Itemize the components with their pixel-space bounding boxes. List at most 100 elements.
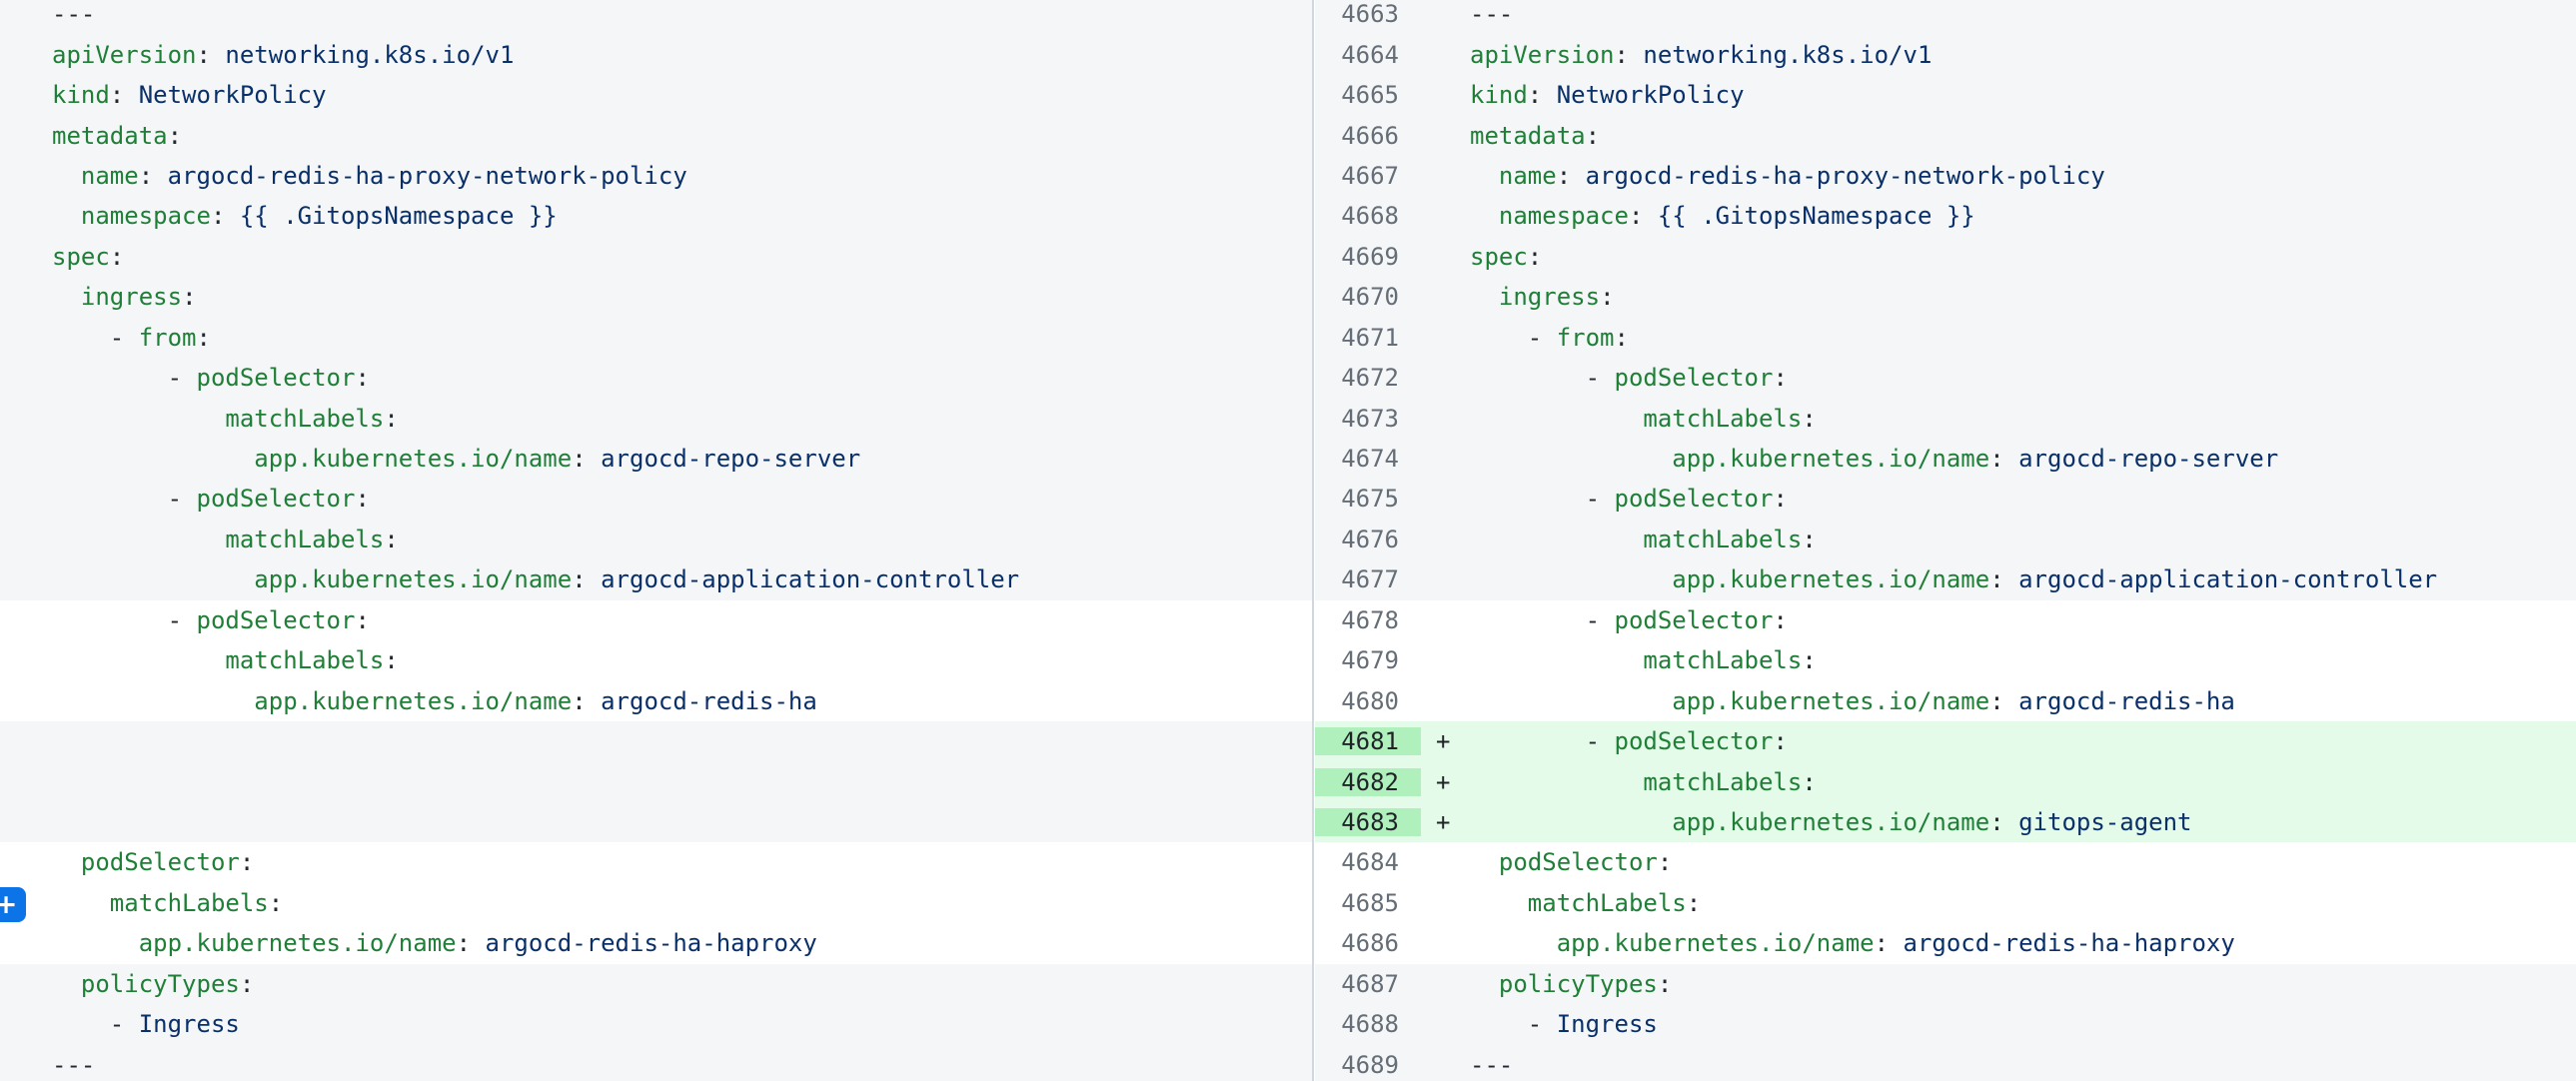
line-number[interactable]: 4677	[1315, 565, 1421, 593]
line-number[interactable]: 4681	[1315, 727, 1421, 755]
diff-row-left: matchLabels:	[0, 640, 1312, 680]
code-segment: app.kubernetes.io/name	[254, 687, 572, 715]
code-segment: {{ .GitopsNamespace }}	[1658, 202, 1975, 230]
line-number[interactable]: 4667	[1315, 162, 1421, 190]
code-line: podSelector:	[1470, 848, 2576, 876]
line-number[interactable]: 4680	[1315, 687, 1421, 715]
code-line: apiVersion: networking.k8s.io/v1	[0, 41, 1312, 69]
code-segment: podSelector	[1499, 848, 1658, 876]
code-segment: :	[168, 122, 182, 150]
code-line: app.kubernetes.io/name: argocd-applicati…	[1470, 565, 2576, 593]
code-segment: -	[1470, 727, 1615, 755]
code-segment: :	[1528, 81, 1557, 109]
code-segment: app.kubernetes.io/name	[1672, 687, 1989, 715]
diff-row-left: ingress:	[0, 277, 1312, 317]
code-segment: :	[1802, 405, 1816, 433]
code-segment: -	[52, 324, 139, 352]
code-line: app.kubernetes.io/name: argocd-redis-ha-…	[0, 929, 1312, 957]
diff-row-right: 4684 podSelector:	[1315, 842, 2576, 882]
diff-row-left: - from:	[0, 318, 1312, 358]
code-line: matchLabels:	[0, 889, 1312, 917]
code-segment: :	[1773, 606, 1787, 634]
code-segment: apiVersion	[1470, 41, 1615, 69]
diff-row-right: 4685 matchLabels:	[1315, 883, 2576, 923]
line-number[interactable]: 4675	[1315, 485, 1421, 513]
diff-row-right: 4689 ---	[1315, 1044, 2576, 1081]
diff-row-right: 4686 app.kubernetes.io/name: argocd-redi…	[1315, 923, 2576, 963]
code-segment: -	[52, 364, 197, 392]
line-number[interactable]: 4685	[1315, 889, 1421, 917]
line-number[interactable]: 4668	[1315, 202, 1421, 230]
diff-row-left: matchLabels:	[0, 398, 1312, 438]
add-comment-button[interactable]: +	[0, 887, 26, 922]
line-number[interactable]: 4688	[1315, 1010, 1421, 1038]
line-number[interactable]: 4679	[1315, 646, 1421, 674]
code-segment: NetworkPolicy	[139, 81, 327, 109]
diff-row-right: 4677 app.kubernetes.io/name: argocd-appl…	[1315, 559, 2576, 599]
code-segment: matchLabels	[225, 646, 384, 674]
diff-row-left: - Ingress	[0, 1004, 1312, 1044]
line-number[interactable]: 4671	[1315, 324, 1421, 352]
line-number[interactable]: 4683	[1315, 808, 1421, 836]
code-line: name: argocd-redis-ha-proxy-network-poli…	[0, 162, 1312, 190]
code-line: matchLabels:	[1470, 405, 2576, 433]
code-segment: -	[1470, 485, 1615, 513]
line-number[interactable]: 4682	[1315, 768, 1421, 796]
code-segment: -	[52, 1010, 139, 1038]
diff-row-right: 4665kind: NetworkPolicy	[1315, 75, 2576, 115]
code-segment: podSelector	[197, 485, 356, 513]
code-line: ---	[1470, 1051, 2576, 1079]
code-line: - podSelector:	[1470, 727, 2576, 755]
code-line: matchLabels:	[1470, 768, 2576, 796]
code-line: policyTypes:	[0, 970, 1312, 998]
line-number[interactable]: 4678	[1315, 606, 1421, 634]
code-segment: argocd-repo-server	[601, 445, 860, 473]
line-number[interactable]: 4676	[1315, 526, 1421, 553]
diff-row-right: 4670 ingress:	[1315, 277, 2576, 317]
code-line: - podSelector:	[1470, 606, 2576, 634]
line-number[interactable]: 4672	[1315, 364, 1421, 392]
line-number[interactable]: 4674	[1315, 445, 1421, 473]
code-segment: argocd-redis-ha-proxy-network-policy	[1586, 162, 2105, 190]
code-segment: matchLabels	[1643, 646, 1802, 674]
line-number[interactable]: 4686	[1315, 929, 1421, 957]
line-number[interactable]: 4664	[1315, 41, 1421, 69]
line-number[interactable]: 4687	[1315, 970, 1421, 998]
code-segment: matchLabels	[110, 889, 269, 917]
code-segment: app.kubernetes.io/name	[254, 445, 572, 473]
code-segment: app.kubernetes.io/name	[254, 565, 572, 593]
code-segment	[52, 848, 81, 876]
code-line: - Ingress	[1470, 1010, 2576, 1038]
line-number[interactable]: 4684	[1315, 848, 1421, 876]
code-line: - podSelector:	[0, 364, 1312, 392]
code-line: ---	[1470, 0, 2576, 28]
code-segment: :	[572, 565, 601, 593]
line-number[interactable]: 4665	[1315, 81, 1421, 109]
code-segment: spec	[52, 243, 110, 271]
line-number[interactable]: 4673	[1315, 405, 1421, 433]
diff-row-right: 4682+ matchLabels:	[1315, 761, 2576, 801]
line-number[interactable]: 4689	[1315, 1051, 1421, 1079]
code-line: app.kubernetes.io/name: argocd-redis-ha	[0, 687, 1312, 715]
code-segment	[52, 929, 139, 957]
code-line: app.kubernetes.io/name: argocd-redis-ha-…	[1470, 929, 2576, 957]
code-line: matchLabels:	[1470, 646, 2576, 674]
addition-marker: +	[1421, 727, 1470, 755]
addition-marker: +	[1421, 808, 1470, 836]
code-segment	[1470, 445, 1672, 473]
code-segment: matchLabels	[1528, 889, 1687, 917]
code-segment: :	[197, 41, 226, 69]
line-number[interactable]: 4669	[1315, 243, 1421, 271]
diff-row-left	[0, 761, 1312, 801]
line-number[interactable]: 4666	[1315, 122, 1421, 150]
line-number[interactable]: 4663	[1315, 0, 1421, 28]
code-segment: ingress	[81, 283, 182, 311]
code-segment	[1470, 162, 1499, 190]
diff-row-left: podSelector:	[0, 842, 1312, 882]
code-line: - from:	[0, 324, 1312, 352]
code-segment: argocd-redis-ha	[2018, 687, 2235, 715]
diff-row-left: spec:	[0, 237, 1312, 277]
line-number[interactable]: 4670	[1315, 283, 1421, 311]
code-segment: app.kubernetes.io/name	[1672, 808, 1989, 836]
code-line: namespace: {{ .GitopsNamespace }}	[1470, 202, 2576, 230]
